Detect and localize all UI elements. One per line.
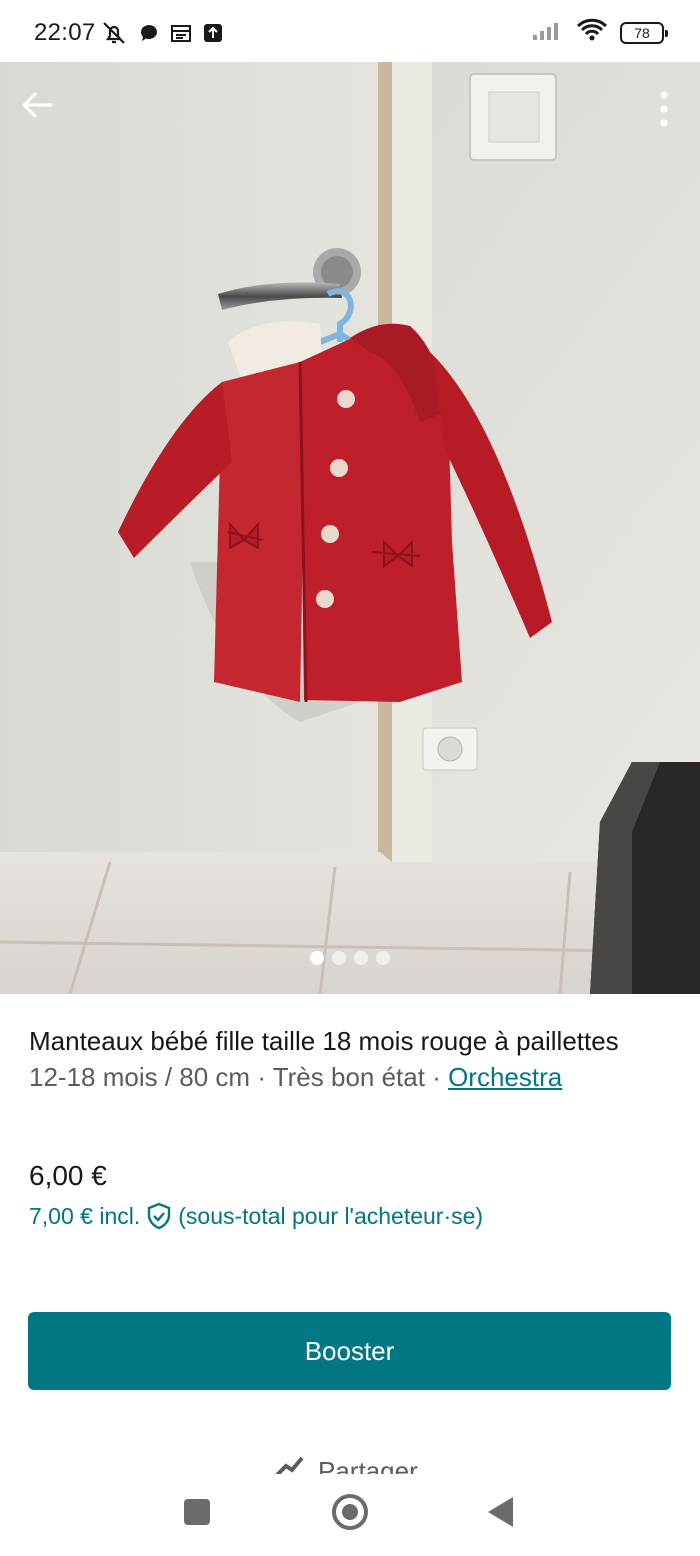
item-condition: Très bon état — [272, 1062, 425, 1092]
item-details: Manteaux bébé fille taille 18 mois rouge… — [29, 1024, 671, 1095]
calendar-icon — [170, 23, 192, 48]
chat-icon — [138, 22, 160, 49]
battery-icon: 78 — [620, 21, 668, 44]
item-size: 12-18 mois / 80 cm — [29, 1062, 251, 1092]
system-back-button[interactable] — [488, 1497, 513, 1527]
back-button[interactable] — [20, 90, 64, 134]
status-bar: 22:07 78 — [0, 0, 700, 62]
price-incl: 7,00 € incl. — [29, 1202, 141, 1229]
item-price: 6,00 € — [29, 1160, 107, 1191]
buyer-protection-price[interactable]: 7,00 € incl. (sous-total pour l'acheteur… — [29, 1202, 483, 1230]
item-meta: 12-18 mois / 80 cm · Très bon état · Orc… — [29, 1059, 671, 1095]
more-vertical-icon — [660, 91, 668, 127]
status-notification-icons — [100, 20, 224, 51]
price-incl-note: (sous-total pour l'acheteur·se) — [178, 1202, 484, 1229]
arrow-left-icon — [21, 91, 52, 119]
mute-icon — [100, 20, 128, 51]
gallery-dot[interactable] — [332, 951, 346, 965]
gallery-dot[interactable] — [354, 951, 368, 965]
recent-apps-button[interactable] — [184, 1499, 210, 1525]
signal-icon — [532, 19, 564, 46]
meta-separator: · — [250, 1062, 273, 1092]
gallery-pagination — [310, 951, 390, 965]
meta-separator: · — [424, 1062, 449, 1092]
system-nav-bar — [0, 1474, 700, 1556]
gallery-dot[interactable] — [376, 951, 390, 965]
brand-link[interactable]: Orchestra — [448, 1062, 562, 1092]
item-title: Manteaux bébé fille taille 18 mois rouge… — [29, 1026, 619, 1056]
wifi-icon — [576, 18, 608, 47]
status-time: 22:07 — [34, 19, 96, 46]
upload-icon — [202, 22, 224, 49]
gallery-dot[interactable] — [310, 951, 324, 965]
coat-photo — [0, 62, 700, 994]
home-button[interactable] — [332, 1494, 368, 1530]
more-options-button[interactable] — [660, 90, 674, 134]
booster-button[interactable]: Booster — [28, 1312, 671, 1390]
shield-check-icon — [148, 1202, 171, 1230]
item-photo-gallery[interactable] — [0, 62, 700, 994]
status-system-icons: 78 — [532, 18, 668, 47]
